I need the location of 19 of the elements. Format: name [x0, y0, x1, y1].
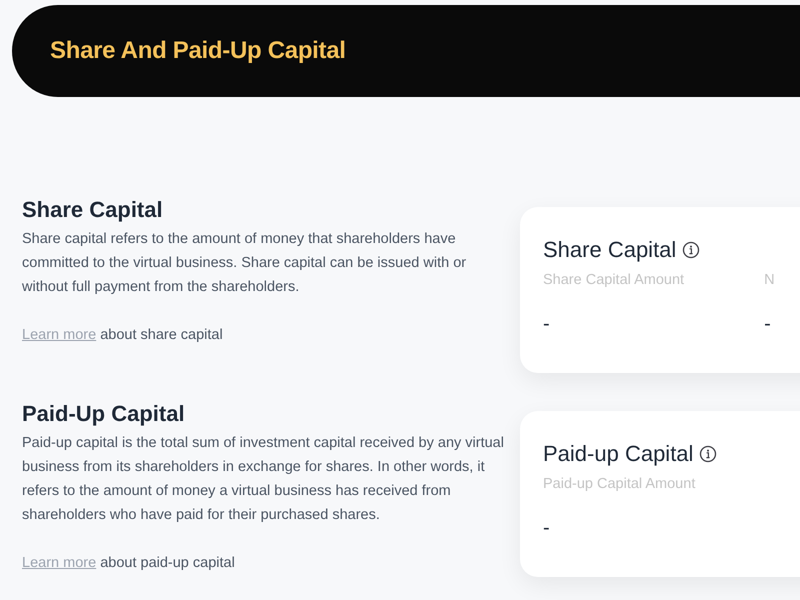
info-icon[interactable] — [682, 241, 700, 259]
field-label: N — [764, 271, 775, 290]
link-suffix: about paid-up capital — [100, 555, 235, 571]
card-title: Share Capital — [543, 236, 676, 264]
section-description: Share capital refers to the amount of money that shareholders have committed to the virtual business. Share capital can be issued with or without full payment from the shareholders. — [22, 230, 468, 297]
field-label: Paid-up Capital Amount — [543, 475, 696, 494]
learn-more-link[interactable]: Learn more — [22, 555, 96, 571]
learn-more-link[interactable]: Learn more — [22, 327, 96, 343]
section-description: Paid-up capital is the total sum of investment capital received by any virtual business from its shareholders in exchange for shares. In other words, it refers to the amount of money a virtual business has received from shareholders who have paid for their purchased shares. — [22, 434, 505, 525]
page-title: Share And Paid-Up Capital — [50, 36, 346, 66]
field-value: - — [764, 312, 772, 337]
field-value: - — [543, 312, 551, 337]
field-label: Share Capital Amount — [543, 271, 684, 290]
card-title: Paid-up Capital — [543, 440, 694, 468]
info-icon[interactable] — [699, 445, 718, 463]
field-value: - — [543, 516, 551, 541]
link-suffix: about share capital — [100, 327, 223, 343]
section-heading: Share Capital — [22, 196, 164, 224]
section-heading: Paid-Up Capital — [22, 400, 186, 428]
